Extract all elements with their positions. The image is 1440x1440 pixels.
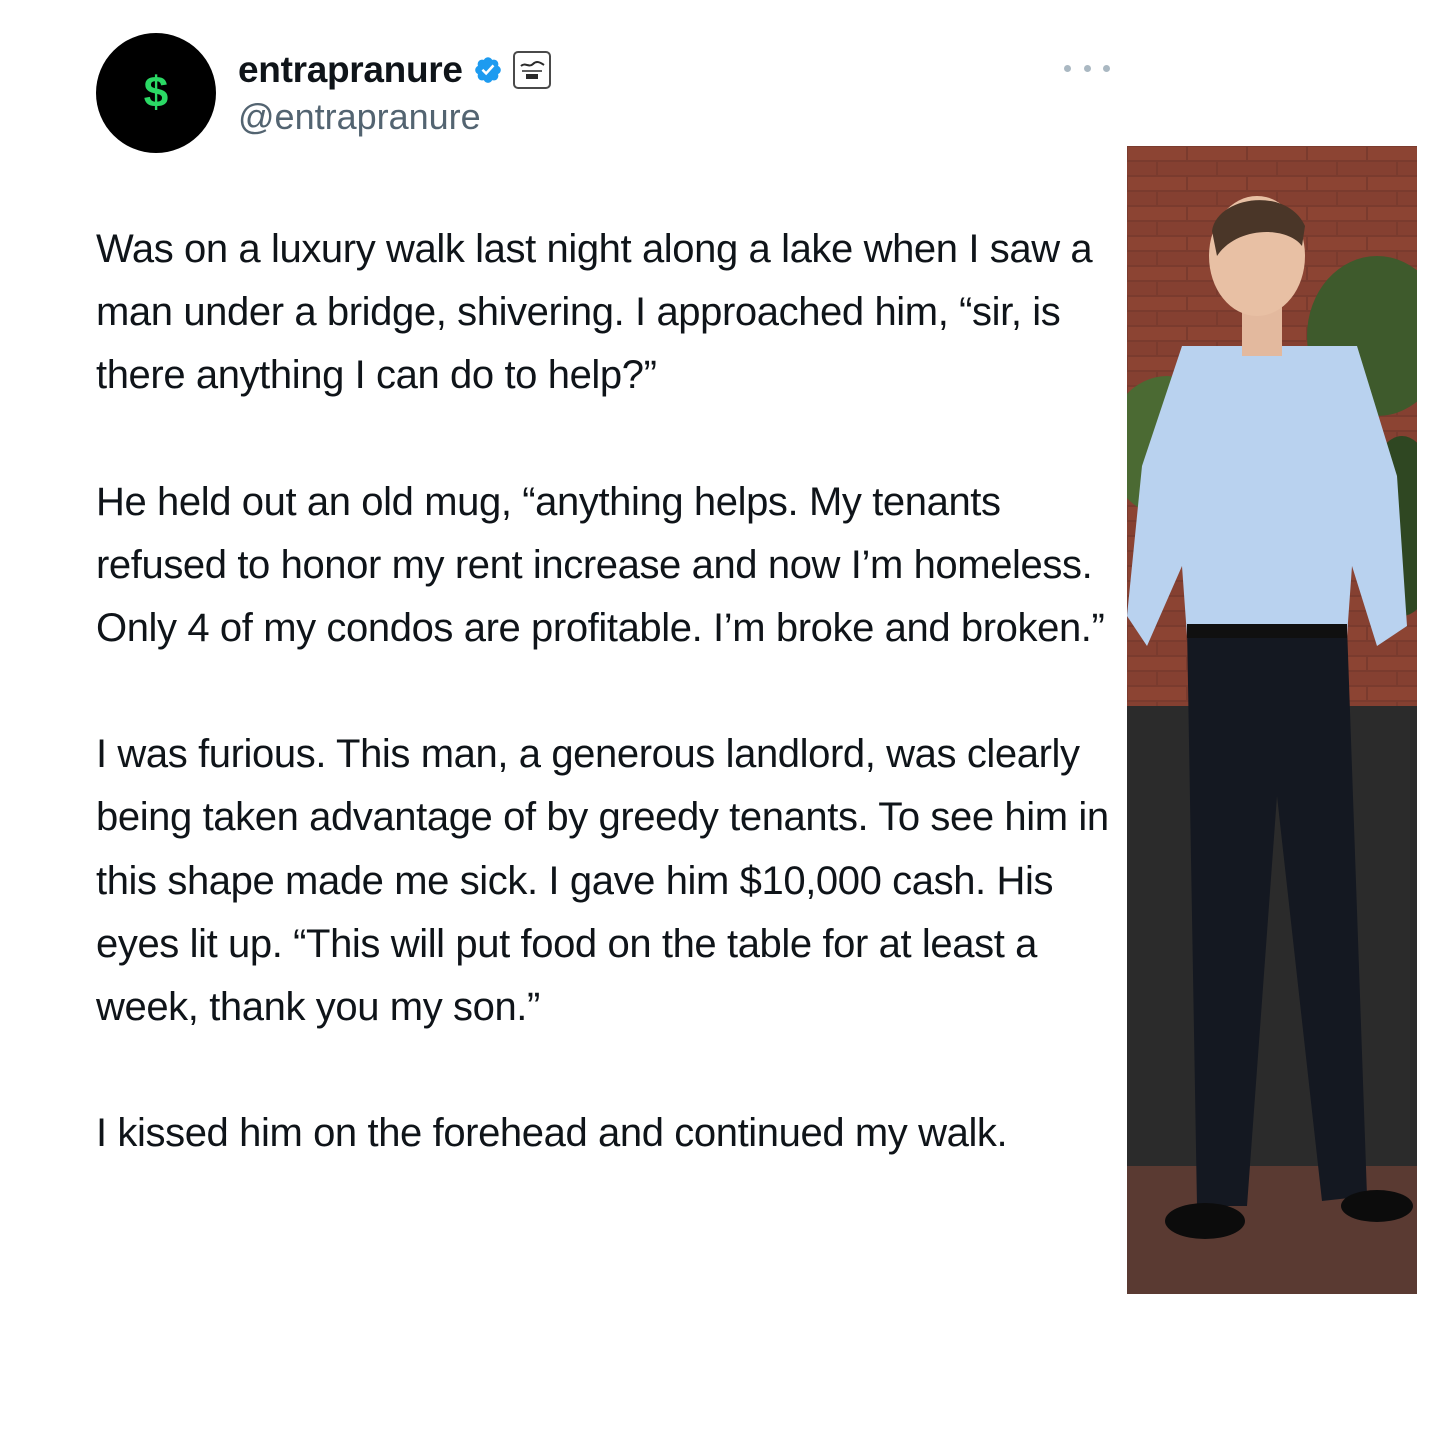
tweet-paragraph: He held out an old mug, “anything helps.…	[96, 479, 1105, 651]
author-handle[interactable]: @entrapranure	[238, 96, 481, 138]
tweet-text: Was on a luxury walk last night along a …	[96, 218, 1116, 1228]
more-dot	[1064, 64, 1071, 72]
display-name[interactable]: entrapranure	[238, 49, 463, 91]
avatar[interactable]: $	[96, 33, 216, 153]
tweet-paragraph: I kissed him on the forehead and continu…	[96, 1111, 1008, 1156]
more-dot	[1103, 64, 1110, 72]
more-dot	[1083, 64, 1091, 72]
more-horizontal-icon[interactable]	[1064, 56, 1110, 80]
tweet-paragraph: I was furious. This man, a generous land…	[96, 732, 1109, 1030]
tweet-paragraph: Was on a luxury walk last night along a …	[96, 227, 1093, 398]
photo-illustration	[1127, 146, 1417, 1294]
affiliate-badge-icon[interactable]	[512, 51, 551, 89]
dollar-sign-icon: $	[143, 68, 169, 117]
verified-badge-icon[interactable]	[473, 55, 503, 85]
attached-photo[interactable]	[1127, 146, 1417, 1294]
author-name-row: entrapranure	[238, 44, 551, 96]
